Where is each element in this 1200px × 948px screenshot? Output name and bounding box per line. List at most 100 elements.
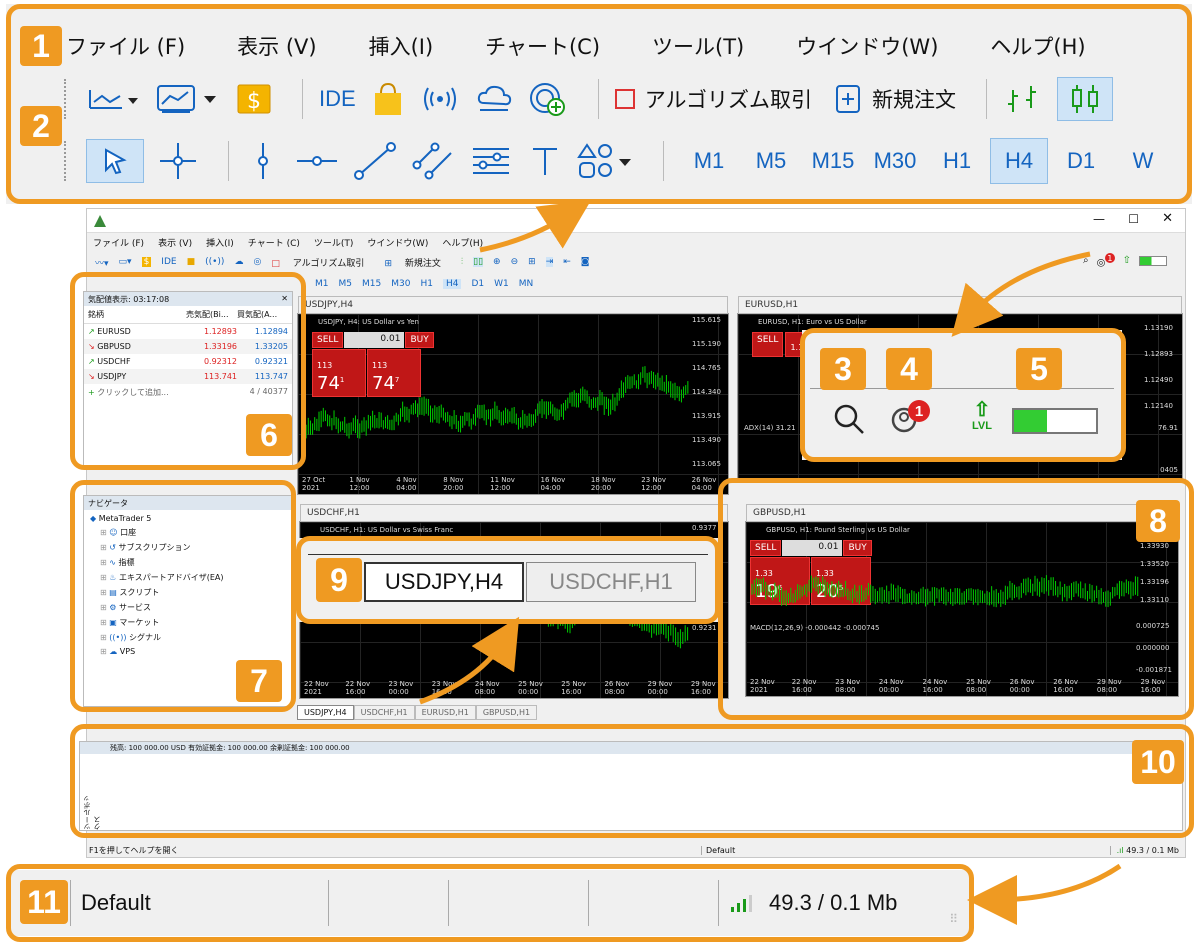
time-tick-label: 23 Nov 12:00 xyxy=(641,476,667,492)
mini-tf-m1[interactable]: M1 xyxy=(315,279,329,289)
status-help: F1を押してヘルプを開く xyxy=(89,845,179,855)
highlight-box-1-2 xyxy=(6,4,1192,204)
badge-9: 9 xyxy=(316,558,362,602)
mini-menu-insert[interactable]: 挿入(I) xyxy=(206,236,234,249)
time-tick-label: 8 Nov 20:00 xyxy=(443,476,464,492)
arrow-to-status xyxy=(967,863,1122,925)
mini-ide-button[interactable]: IDE xyxy=(161,257,176,267)
close-icon[interactable]: ✕ xyxy=(1162,211,1173,226)
time-tick-label: 16 Nov 04:00 xyxy=(540,476,566,492)
mini-algo-button[interactable]: □ アルゴリズム取引 xyxy=(271,256,374,269)
sell-button[interactable]: SELL xyxy=(752,332,784,357)
time-tick-label: 23 Nov 00:00 xyxy=(388,680,414,696)
mini-notification-icon[interactable]: ◎ 1 xyxy=(1097,253,1115,268)
time-tick-label: 24 Nov 08:00 xyxy=(474,680,500,696)
mini-menu-view[interactable]: 表示 (V) xyxy=(158,236,192,249)
minimize-icon[interactable]: — xyxy=(1093,212,1105,226)
mini-zoom-out-icon[interactable]: ⊖ xyxy=(511,257,519,267)
highlight-box-11 xyxy=(6,864,974,942)
badge-1: 1 xyxy=(20,26,62,66)
mini-zoom-in-icon[interactable]: ⊕ xyxy=(493,257,501,267)
time-tick-label: 25 Nov 00:00 xyxy=(518,680,543,696)
chart-usdjpy-title: USDJPY,H4 xyxy=(298,296,728,314)
mini-tf-m5[interactable]: M5 xyxy=(339,279,353,289)
mini-timeframes: M1 M5 M15 M30 H1 H4 D1 W1 MN xyxy=(307,273,1185,295)
badge-4: 4 xyxy=(886,348,932,390)
mini-level-bar xyxy=(1139,255,1167,266)
mini-top-right-tools: ⌕ ◎ 1 ⇧ xyxy=(1083,253,1167,268)
mini-template-icon[interactable]: ▭▾ xyxy=(119,257,132,267)
mini-new-order-icon: ⊞ xyxy=(384,258,392,269)
tab-usdjpy[interactable]: USDJPY,H4 xyxy=(297,705,354,720)
time-tick-label: 18 Nov 20:00 xyxy=(590,476,616,492)
mini-tf-w1[interactable]: W1 xyxy=(494,279,509,289)
status-profile: Default xyxy=(701,845,801,855)
axis-tick-label: 1.13190 xyxy=(1144,324,1173,332)
chart-usdchf-title: USDCHF,H1 xyxy=(300,504,728,522)
time-tick-label: 22 Nov 16:00 xyxy=(345,680,371,696)
mini-tf-d1[interactable]: D1 xyxy=(471,279,484,289)
chart-tabs: USDJPY,H4 USDCHF,H1 EURUSD,H1 GBPUSD,H1 xyxy=(297,705,538,720)
mini-menu-window[interactable]: ウインドウ(W) xyxy=(367,236,428,249)
status-traffic-value: 49.3 / 0.1 Mb xyxy=(1126,845,1179,855)
mini-tf-mn[interactable]: MN xyxy=(519,279,534,289)
tab-eurusd[interactable]: EURUSD,H1 xyxy=(414,705,476,720)
mini-algo-label: アルゴリズム取引 xyxy=(292,258,365,269)
tab-usdchf[interactable]: USDCHF,H1 xyxy=(353,705,415,720)
mini-shift-icon[interactable]: ⇤ xyxy=(563,257,571,267)
adx-level: 0405 xyxy=(1160,466,1178,474)
time-tick-label: 25 Nov 16:00 xyxy=(561,680,587,696)
mini-signal-wave-icon[interactable]: ((•)) xyxy=(205,257,224,267)
mini-menu-file[interactable]: ファイル (F) xyxy=(93,236,144,249)
mini-new-order-label: 新規注文 xyxy=(404,258,441,269)
chart-usdjpy[interactable]: USDJPY,H4 USDJPY, H4: US Dollar vs Yen S… xyxy=(297,296,729,495)
time-tick-label: 26 Nov 08:00 xyxy=(604,680,630,696)
axis-tick-label: 114.340 xyxy=(692,388,721,396)
mini-autoscroll-icon[interactable]: ⇥ xyxy=(545,257,554,267)
axis-tick-label: 1.12893 xyxy=(1144,350,1173,358)
badge-8: 8 xyxy=(1136,500,1180,542)
highlight-box-8 xyxy=(718,478,1194,720)
mini-grid-icon[interactable]: ⊞ xyxy=(528,257,536,267)
mini-stop-square-icon: □ xyxy=(271,258,280,269)
mini-menu-help[interactable]: ヘルプ(H) xyxy=(442,236,483,249)
mini-tf-m15[interactable]: M15 xyxy=(362,279,381,289)
mini-menu-tools[interactable]: ツール(T) xyxy=(314,236,354,249)
status-bar: F1を押してヘルプを開く Default .ıl 49.3 / 0.1 Mb xyxy=(87,843,1185,857)
mini-lvl-icon[interactable]: ⇧ xyxy=(1123,255,1131,266)
mini-candle-icon[interactable]: ▯▯ xyxy=(473,257,484,267)
tab-gbpusd[interactable]: GBPUSD,H1 xyxy=(475,705,538,720)
mini-shopping-bag-icon[interactable]: ■ xyxy=(187,257,196,267)
time-tick-label: 27 Oct 2021 xyxy=(302,476,326,492)
axis-tick-label: 115.615 xyxy=(692,316,721,324)
time-tick-label: 23 Nov 16:00 xyxy=(431,680,457,696)
badge-3: 3 xyxy=(820,348,866,390)
mini-dollar-icon[interactable]: $ xyxy=(141,257,152,267)
time-tick-label: 4 Nov 04:00 xyxy=(396,476,417,492)
status-traffic: .ıl 49.3 / 0.1 Mb xyxy=(1109,845,1185,855)
mini-bar-chart-icon[interactable]: ⫶ xyxy=(461,257,463,267)
mini-tf-h4[interactable]: H4 xyxy=(442,279,462,289)
mini-tf-h1[interactable]: H1 xyxy=(420,279,433,289)
mini-menu-bar: ファイル (F) 表示 (V) 挿入(I) チャート (C) ツール(T) ウイ… xyxy=(87,233,1185,251)
adx-label: ADX(14) 31.21 xyxy=(744,424,796,432)
mini-new-order-button[interactable]: ⊞ 新規注文 xyxy=(384,256,450,269)
mini-cloud-icon[interactable]: ☁ xyxy=(234,257,243,267)
mini-tf-m30[interactable]: M30 xyxy=(391,279,410,289)
time-tick-label: 11 Nov 12:00 xyxy=(490,476,515,492)
mini-menu-chart[interactable]: チャート (C) xyxy=(248,236,300,249)
adx-value: 76.91 xyxy=(1157,424,1178,432)
mini-screenshot-icon[interactable]: ◙ xyxy=(581,257,590,267)
price-axis: 115.615 115.190 114.765 114.340 113.915 113.4… xyxy=(692,316,726,484)
window-titlebar: — ☐ ✕ xyxy=(87,209,1185,233)
badge-5: 5 xyxy=(1016,348,1062,390)
axis-tick-label: 113.915 xyxy=(692,412,721,420)
badge-2: 2 xyxy=(20,106,62,146)
highlight-box-10 xyxy=(70,724,1194,838)
maximize-icon[interactable]: ☐ xyxy=(1128,212,1139,226)
mini-line-chart-icon[interactable]: 〰▾ xyxy=(95,256,109,269)
price-candles xyxy=(303,366,689,439)
signal-bars-icon: .ıl xyxy=(1116,845,1124,855)
mini-search-icon[interactable]: ⌕ xyxy=(1083,255,1089,266)
mini-radar-icon[interactable]: ◎ xyxy=(253,257,261,267)
